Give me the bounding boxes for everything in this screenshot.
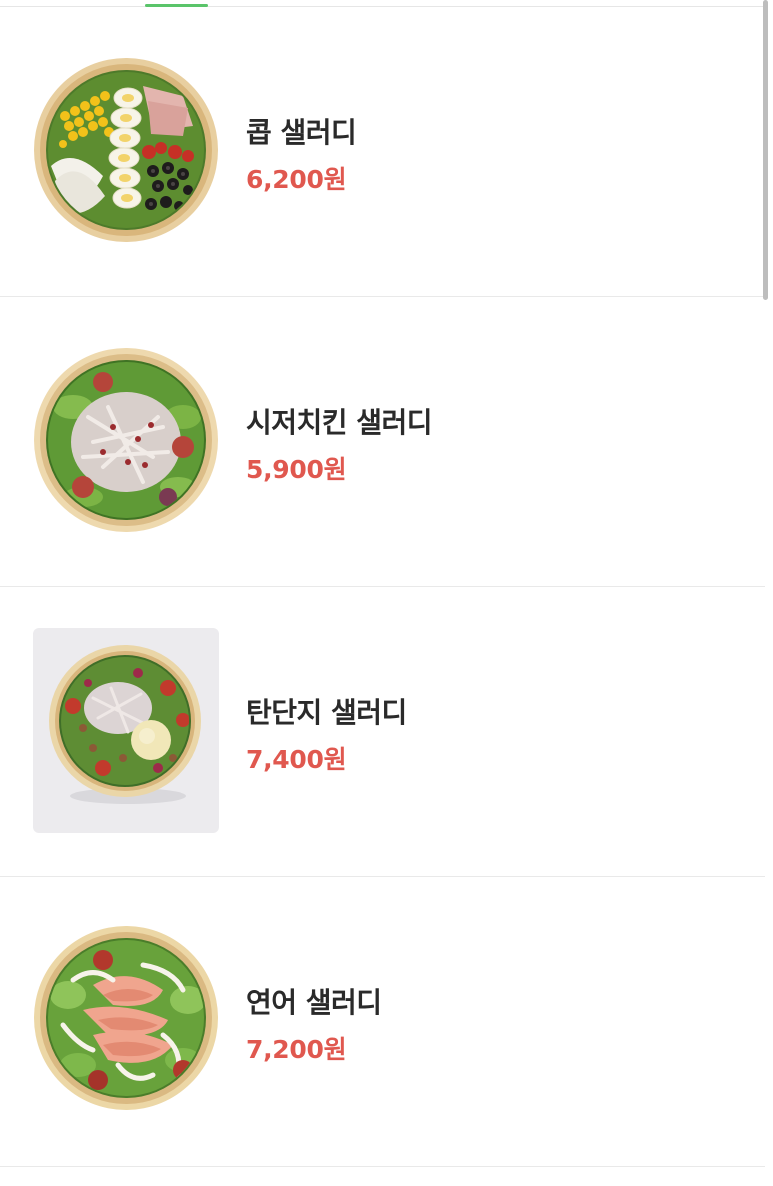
scrollbar[interactable] [761, 0, 773, 1186]
menu-item-name: 콥 샐러디 [246, 116, 357, 149]
salmon-salad-bowl-image [33, 925, 219, 1111]
menu-item-price: 6,200원 [246, 165, 347, 194]
tandanji-salad-bowl-image [33, 628, 219, 833]
scrollbar-thumb[interactable] [763, 0, 768, 300]
menu-item-name: 연어 샐러디 [246, 986, 382, 1019]
menu-item-caesar-chicken-salad[interactable]: 시저치킨 샐러디 5,900원 [0, 297, 765, 587]
menu-item-tandanji-salad[interactable]: 탄단지 샐러디 7,400원 [0, 587, 765, 877]
menu-item-name: 탄단지 샐러디 [246, 696, 407, 729]
menu-page: 콥 샐러디 6,200원 시저치킨 샐러디 5,900원 탄단지 샐러디 7,4… [0, 0, 773, 1186]
menu-item-name: 시저치킨 샐러디 [246, 406, 433, 439]
menu-item-price: 7,200원 [246, 1035, 347, 1064]
menu-item-price: 5,900원 [246, 455, 347, 484]
caesar-chicken-salad-bowl-image [33, 347, 219, 533]
menu-list: 콥 샐러디 6,200원 시저치킨 샐러디 5,900원 탄단지 샐러디 7,4… [0, 7, 765, 1167]
menu-item-cobb-salad[interactable]: 콥 샐러디 6,200원 [0, 7, 765, 297]
cobb-salad-bowl-image [33, 56, 219, 242]
menu-item-price: 7,400원 [246, 745, 347, 774]
menu-item-salmon-salad[interactable]: 연어 샐러디 7,200원 [0, 877, 765, 1167]
